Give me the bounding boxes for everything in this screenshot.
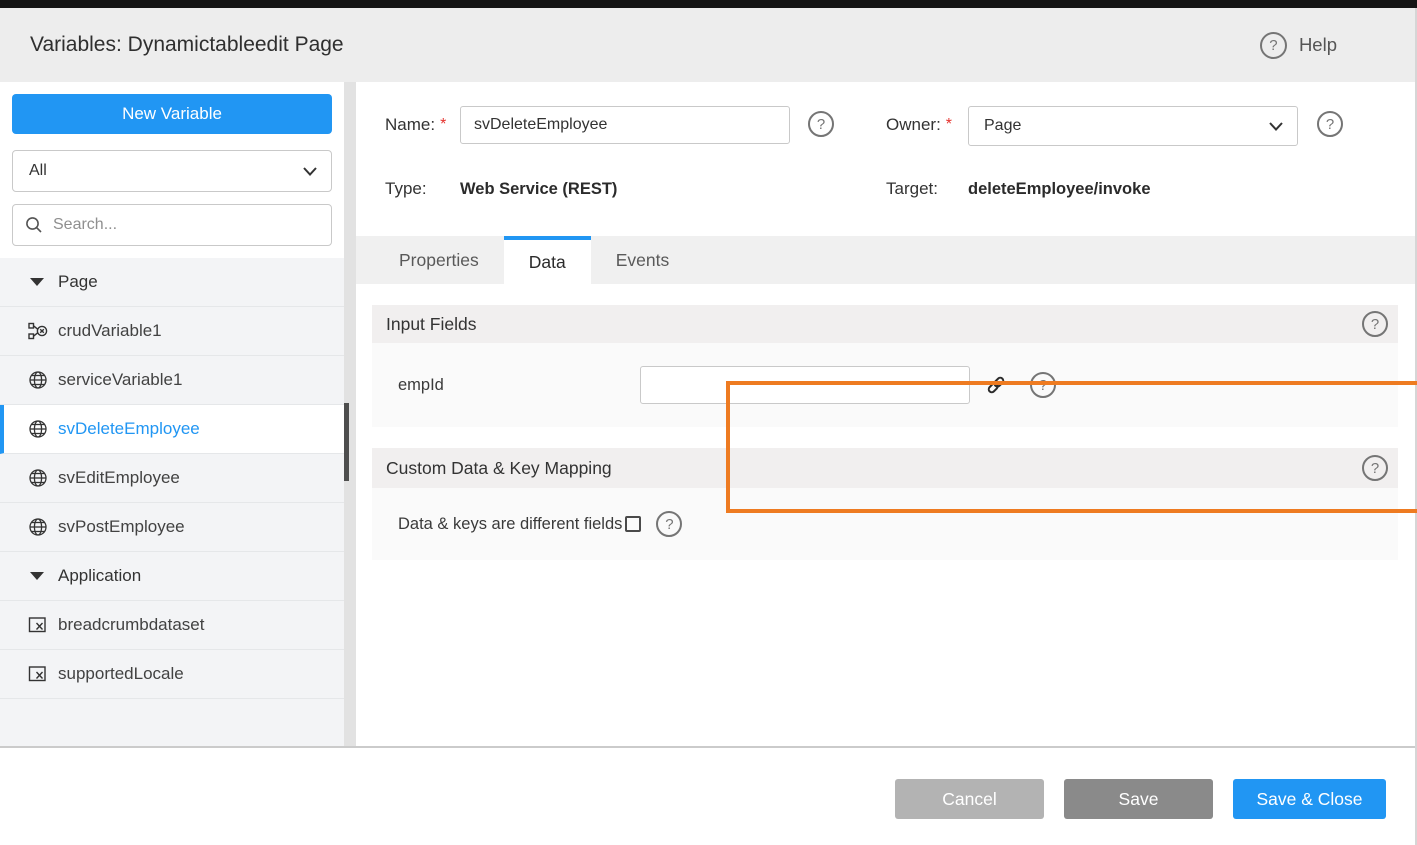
model-variable-icon	[28, 615, 48, 635]
page-title: Variables: Dynamictableedit Page	[30, 33, 344, 57]
different-fields-label: Data & keys are different fields	[398, 515, 622, 534]
dialog-header: Variables: Dynamictableedit Page ? Help	[0, 8, 1417, 82]
chevron-down-icon	[303, 167, 317, 176]
list-item-svdeleteemployee[interactable]: svDeleteEmployee	[0, 405, 344, 454]
variable-list: Page crudVariable1 serviceVariable1 svDe…	[0, 258, 344, 746]
owner-help-icon[interactable]: ?	[1317, 111, 1343, 137]
empid-label: empId	[398, 376, 640, 395]
service-variable-icon	[28, 419, 48, 439]
input-fields-section: Input Fields ? empId ?	[372, 305, 1398, 427]
custom-mapping-section: Custom Data & Key Mapping ? Data & keys …	[372, 448, 1398, 560]
sidebar-scrollbar-track[interactable]	[344, 82, 356, 746]
section-title: Custom Data & Key Mapping	[386, 458, 612, 479]
list-item-servicevariable1[interactable]: serviceVariable1	[0, 356, 344, 405]
tab-events[interactable]: Events	[591, 236, 695, 284]
new-variable-button[interactable]: New Variable	[12, 94, 332, 134]
tab-bar: Properties Data Events	[356, 236, 1417, 284]
tab-properties[interactable]: Properties	[374, 236, 504, 284]
input-fields-header: Input Fields ?	[372, 305, 1398, 343]
chevron-down-icon	[1269, 122, 1283, 131]
variables-sidebar: New Variable All Page crudVariable1 serv…	[0, 82, 344, 746]
required-marker: *	[946, 116, 952, 134]
required-marker: *	[440, 116, 446, 134]
footer-divider	[0, 746, 1417, 748]
different-fields-help-icon[interactable]: ?	[656, 511, 682, 537]
save-button[interactable]: Save	[1064, 779, 1213, 819]
variable-filter-select[interactable]: All	[12, 150, 332, 192]
filter-selected-value: All	[29, 162, 47, 180]
section-title: Input Fields	[386, 314, 476, 335]
collapse-triangle-icon	[30, 278, 44, 286]
service-variable-icon	[28, 468, 48, 488]
list-item-supportedlocale[interactable]: supportedLocale	[0, 650, 344, 699]
background-app-strip	[0, 0, 1417, 8]
empid-help-icon[interactable]: ?	[1030, 372, 1056, 398]
help-button[interactable]: ? Help	[1260, 8, 1337, 82]
custom-mapping-help-icon[interactable]: ?	[1362, 455, 1388, 481]
owner-select[interactable]: Page	[968, 106, 1298, 146]
model-variable-icon	[28, 664, 48, 684]
sidebar-scrollbar-thumb[interactable]	[344, 403, 349, 481]
cancel-button[interactable]: Cancel	[895, 779, 1044, 819]
different-fields-checkbox[interactable]	[625, 516, 641, 532]
bind-link-icon[interactable]	[986, 375, 1006, 395]
help-icon[interactable]: ?	[1260, 32, 1287, 59]
type-value: Web Service (REST)	[460, 174, 617, 204]
variables-dialog: Variables: Dynamictableedit Page ? Help …	[0, 0, 1417, 845]
list-item-sveditemployee[interactable]: svEditEmployee	[0, 454, 344, 503]
owner-label: Owner:*	[886, 106, 952, 144]
save-and-close-button[interactable]: Save & Close	[1233, 779, 1386, 819]
tab-data[interactable]: Data	[504, 236, 591, 284]
input-fields-body: empId ?	[372, 343, 1398, 427]
custom-mapping-body: Data & keys are different fields ?	[372, 488, 1398, 560]
service-variable-icon	[28, 517, 48, 537]
group-row-application[interactable]: Application	[0, 552, 344, 601]
name-label: Name:*	[385, 106, 446, 144]
empid-input[interactable]	[640, 366, 970, 404]
variable-detail-panel: Name:* ? Owner:* Page ? Type: Web Servic…	[356, 82, 1417, 746]
search-input[interactable]	[53, 216, 319, 234]
type-label: Type:	[385, 174, 427, 204]
owner-selected-value: Page	[984, 117, 1021, 135]
target-label: Target:	[886, 174, 938, 204]
crud-variable-icon	[28, 321, 48, 341]
list-item-crudvariable1[interactable]: crudVariable1	[0, 307, 344, 356]
search-icon	[25, 216, 43, 234]
list-item-breadcrumbdataset[interactable]: breadcrumbdataset	[0, 601, 344, 650]
target-value: deleteEmployee/invoke	[968, 174, 1151, 204]
name-help-icon[interactable]: ?	[808, 111, 834, 137]
collapse-triangle-icon	[30, 572, 44, 580]
name-input[interactable]	[460, 106, 790, 144]
list-item-svpostemployee[interactable]: svPostEmployee	[0, 503, 344, 552]
service-variable-icon	[28, 370, 48, 390]
custom-mapping-header: Custom Data & Key Mapping ?	[372, 448, 1398, 488]
variable-search	[12, 204, 332, 246]
input-fields-help-icon[interactable]: ?	[1362, 311, 1388, 337]
group-row-page[interactable]: Page	[0, 258, 344, 307]
help-label: Help	[1299, 34, 1337, 56]
